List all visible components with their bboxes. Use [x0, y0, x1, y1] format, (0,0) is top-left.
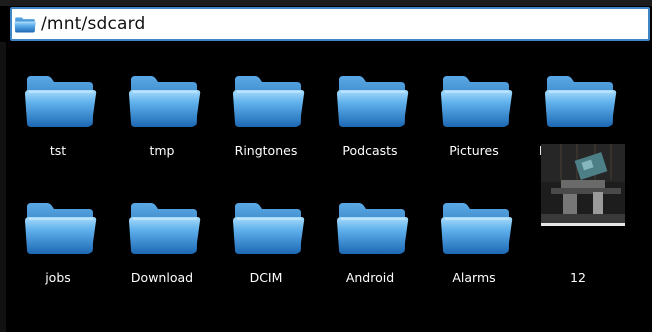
- folder-item-download[interactable]: Download: [110, 169, 214, 287]
- item-label: Ringtones: [234, 143, 298, 158]
- folder-icon: [23, 199, 97, 255]
- folder-item-jobs[interactable]: jobs: [6, 169, 110, 287]
- current-path: /mnt/sdcard: [41, 14, 146, 34]
- thumbnail-underline: [541, 223, 625, 226]
- item-label: Download: [130, 270, 194, 285]
- folder-item-notifications[interactable]: Notifications: [526, 42, 630, 160]
- folder-item-tmp[interactable]: tmp: [110, 42, 214, 160]
- file-browser-screen: /mnt/sdcard tst tmp Ringtones Podcasts P…: [0, 0, 652, 332]
- image-preview-icon: [541, 144, 625, 224]
- item-label: 12: [570, 270, 586, 285]
- folder-item-podcasts[interactable]: Podcasts: [318, 42, 422, 160]
- folder-icon: [14, 16, 36, 33]
- item-label: DCIM: [249, 270, 283, 285]
- item-label: Podcasts: [342, 143, 398, 158]
- folder-icon: [23, 72, 97, 128]
- item-label: jobs: [45, 270, 71, 285]
- folder-item-alarms[interactable]: Alarms: [422, 169, 526, 287]
- folder-icon: [127, 72, 201, 128]
- item-label: Pictures: [449, 143, 499, 158]
- path-bar[interactable]: /mnt/sdcard: [10, 7, 650, 41]
- folder-icon: [127, 199, 201, 255]
- folder-item-dcim[interactable]: DCIM: [214, 169, 318, 287]
- folder-icon: [543, 72, 617, 128]
- top-strip: [0, 0, 652, 6]
- folder-icon: [335, 72, 409, 128]
- folder-icon: [335, 199, 409, 255]
- item-label: Android: [345, 270, 395, 285]
- folder-icon: [439, 199, 513, 255]
- folder-item-pictures[interactable]: Pictures: [422, 42, 526, 160]
- folder-item-tst[interactable]: tst: [6, 42, 110, 160]
- item-label: Alarms: [452, 270, 496, 285]
- folder-icon: [439, 72, 513, 128]
- item-label: tmp: [149, 143, 175, 158]
- folder-item-android[interactable]: Android: [318, 169, 422, 287]
- folder-item-ringtones[interactable]: Ringtones: [214, 42, 318, 160]
- folder-icon: [231, 72, 305, 128]
- item-label: tst: [49, 143, 67, 158]
- image-thumbnail[interactable]: [541, 144, 625, 224]
- folder-icon: [231, 199, 305, 255]
